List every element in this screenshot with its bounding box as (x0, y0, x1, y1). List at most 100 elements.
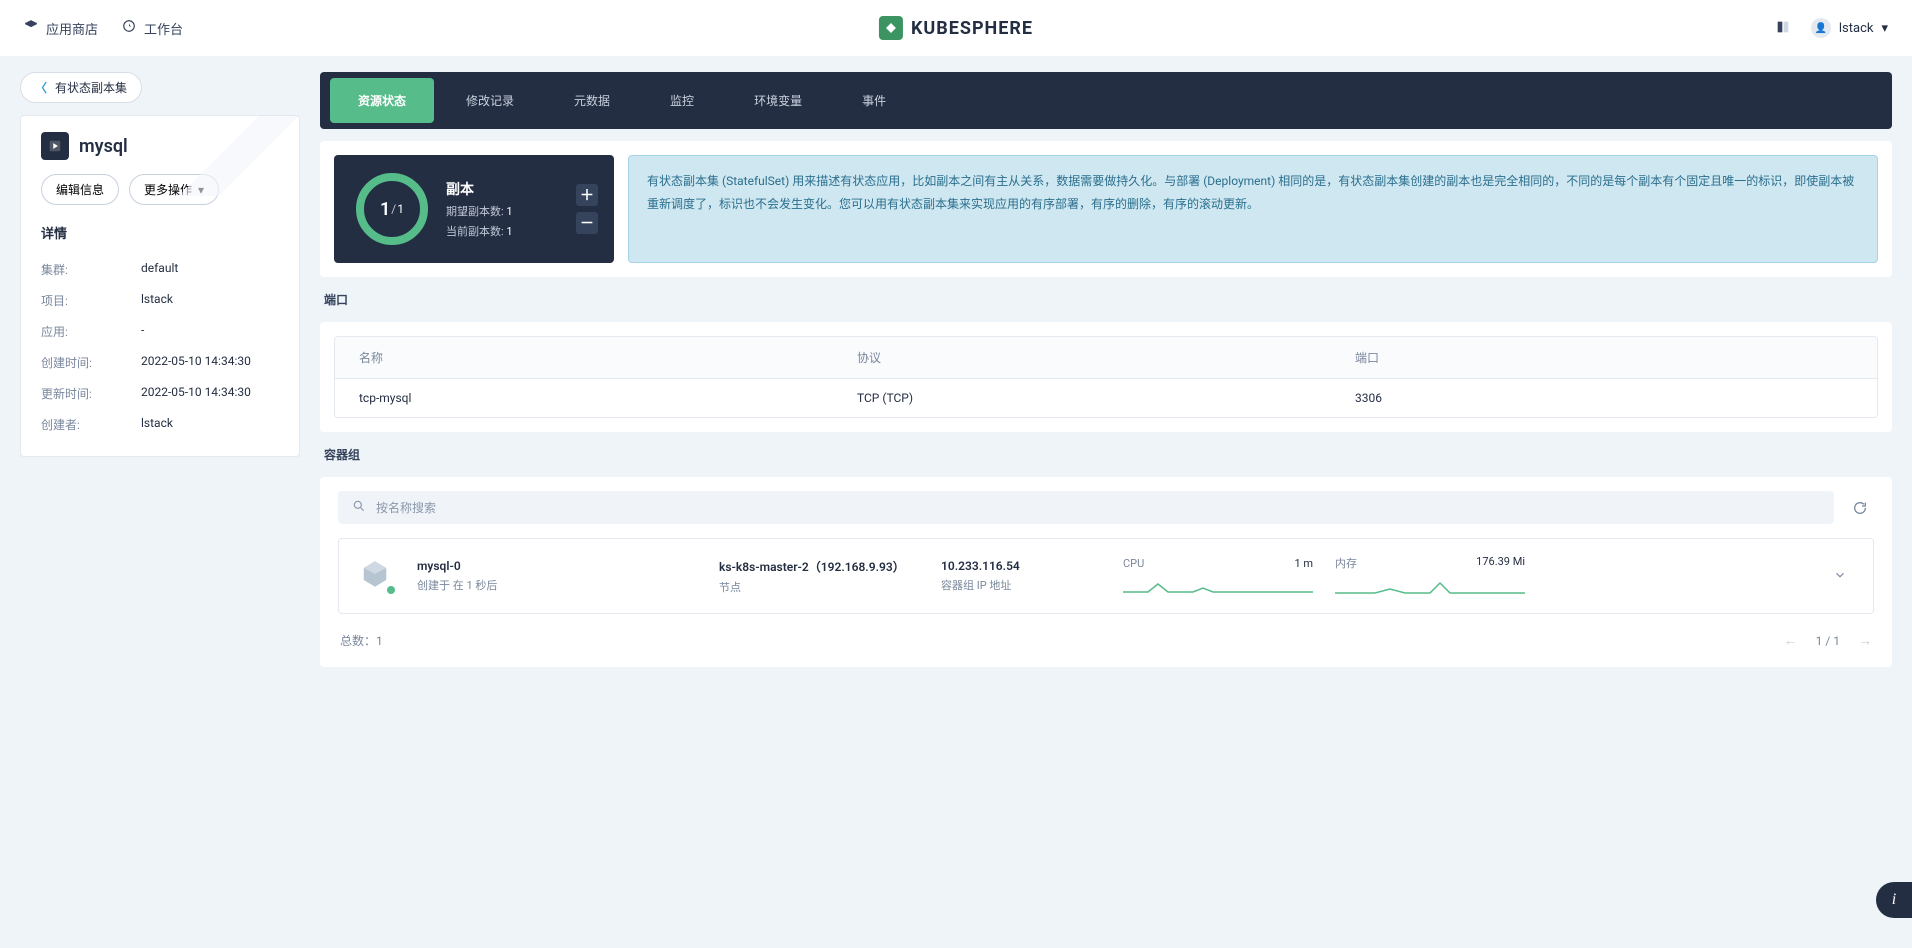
pods-footer: 总数：1 ← 1 / 1 → (338, 628, 1874, 653)
expand-button[interactable] (1827, 562, 1853, 591)
mem-value: 176.39 Mi (1476, 555, 1525, 571)
pod-ip-label: 容器组 IP 地址 (941, 577, 1101, 593)
tab-资源状态[interactable]: 资源状态 (330, 78, 434, 123)
pod-ip: 10.233.116.54 (941, 559, 1101, 573)
scale-down-button[interactable]: － (576, 212, 598, 234)
col-name: 名称 (359, 349, 857, 366)
topbar-right: 👤 lstack ▾ (1775, 18, 1888, 38)
mem-label: 内存 (1335, 555, 1357, 571)
tab-修改记录[interactable]: 修改记录 (438, 78, 542, 123)
tab-元数据[interactable]: 元数据 (546, 78, 638, 123)
cpu-label: CPU (1123, 557, 1144, 570)
detail-key: 集群: (41, 261, 141, 278)
port-name: tcp-mysql (359, 391, 857, 405)
cpu-value: 1 m (1294, 557, 1313, 570)
detail-row: 更新时间:2022-05-10 14:34:30 (41, 378, 279, 409)
tab-监控[interactable]: 监控 (642, 78, 722, 123)
ports-table: 名称 协议 端口 tcp-mysqlTCP (TCP)3306 (334, 336, 1878, 418)
detail-key: 创建者: (41, 416, 141, 433)
search-input[interactable] (376, 501, 1820, 515)
help-fab[interactable]: i (1876, 882, 1912, 918)
page-prev-button[interactable]: ← (1784, 632, 1798, 649)
chevron-left-icon: 〈 (35, 79, 47, 96)
tab-环境变量[interactable]: 环境变量 (726, 78, 830, 123)
pod-created: 创建于 在 1 秒后 (417, 577, 697, 593)
more-actions-button[interactable]: 更多操作▾ (129, 174, 219, 205)
brand-label: KUBESPHERE (911, 18, 1033, 39)
detail-key: 创建时间: (41, 354, 141, 371)
mem-spark-col: 内存 176.39 Mi (1335, 555, 1525, 597)
scale-up-button[interactable]: ＋ (576, 184, 598, 206)
workbench-icon (122, 19, 136, 37)
resource-status-panel: 1/1 副本 期望副本数: 1 当前副本数: 1 ＋ － 有状态副本集 (Sta… (320, 141, 1892, 277)
tab-事件[interactable]: 事件 (834, 78, 914, 123)
cpu-sparkline (1123, 574, 1313, 596)
detail-key: 应用: (41, 323, 141, 340)
detail-row: 应用:- (41, 316, 279, 347)
info-banner: 有状态副本集 (StatefulSet) 用来描述有状态应用，比如副本之间有主从… (628, 155, 1878, 263)
chevron-down-icon: ▾ (1881, 21, 1888, 36)
nav-app-store[interactable]: 应用商店 (24, 19, 98, 38)
detail-key: 更新时间: (41, 385, 141, 402)
brand[interactable]: KUBESPHERE (879, 16, 1033, 40)
search-row (338, 491, 1874, 524)
replica-card: 1/1 副本 期望副本数: 1 当前副本数: 1 ＋ － (334, 155, 614, 263)
pod-ip-col: 10.233.116.54 容器组 IP 地址 (941, 559, 1101, 593)
edit-info-button[interactable]: 编辑信息 (41, 174, 119, 205)
ports-panel: 名称 协议 端口 tcp-mysqlTCP (TCP)3306 (320, 322, 1892, 432)
pod-name: mysql-0 (417, 559, 697, 573)
detail-value: 2022-05-10 14:34:30 (141, 385, 279, 402)
replica-title: 副本 (446, 179, 513, 199)
details-list: 集群:default项目:lstack应用:-创建时间:2022-05-10 1… (41, 254, 279, 440)
nav-workbench[interactable]: 工作台 (122, 19, 183, 38)
pager: ← 1 / 1 → (1784, 632, 1872, 649)
user-menu[interactable]: 👤 lstack ▾ (1811, 18, 1888, 38)
resource-name: mysql (79, 136, 128, 157)
resource-title-row: mysql (41, 132, 279, 160)
pod-status-icon (359, 558, 395, 594)
back-button[interactable]: 〈 有状态副本集 (20, 72, 142, 103)
search-box[interactable] (338, 491, 1834, 524)
resource-card: mysql 编辑信息 更多操作▾ 详情 集群:default项目:lstack应… (20, 115, 300, 457)
mem-sparkline (1335, 575, 1525, 597)
replica-total: 1 (397, 202, 404, 216)
detail-value: lstack (141, 416, 279, 433)
replica-strip: 1/1 副本 期望副本数: 1 当前副本数: 1 ＋ － 有状态副本集 (Sta… (334, 155, 1878, 263)
pod-name-col: mysql-0 创建于 在 1 秒后 (417, 559, 697, 593)
pod-row[interactable]: mysql-0 创建于 在 1 秒后 ks-k8s-master-2（192.1… (338, 538, 1874, 614)
content-wrap: 〈 有状态副本集 mysql 编辑信息 更多操作▾ 详情 集群:default项… (0, 56, 1912, 683)
detail-row: 创建者:lstack (41, 409, 279, 440)
pod-node-label: 节点 (719, 579, 919, 595)
action-buttons: 编辑信息 更多操作▾ (41, 174, 279, 205)
detail-value: default (141, 261, 279, 278)
notifications-icon[interactable] (1775, 19, 1791, 38)
app-store-icon (24, 19, 38, 37)
ports-row: tcp-mysqlTCP (TCP)3306 (335, 379, 1877, 417)
sidebar: 〈 有状态副本集 mysql 编辑信息 更多操作▾ 详情 集群:default项… (20, 72, 300, 457)
pods-section-label: 容器组 (320, 444, 1892, 465)
search-icon (352, 499, 366, 516)
detail-value: lstack (141, 292, 279, 309)
replica-ready: 1 (380, 199, 390, 220)
detail-row: 创建时间:2022-05-10 14:34:30 (41, 347, 279, 378)
statefulset-icon (41, 132, 69, 160)
back-label: 有状态副本集 (55, 79, 127, 96)
nav-workbench-label: 工作台 (144, 19, 183, 38)
status-dot-icon (385, 584, 397, 596)
topbar-left: 应用商店 工作台 (24, 19, 183, 38)
page-next-button[interactable]: → (1858, 632, 1872, 649)
detail-row: 项目:lstack (41, 285, 279, 316)
col-port: 端口 (1355, 349, 1853, 366)
brand-icon (879, 16, 903, 40)
pods-panel: mysql-0 创建于 在 1 秒后 ks-k8s-master-2（192.1… (320, 477, 1892, 667)
replica-text: 副本 期望副本数: 1 当前副本数: 1 (446, 179, 513, 239)
username-label: lstack (1839, 21, 1874, 36)
chevron-down-icon: ▾ (198, 183, 204, 197)
port-port: 3306 (1355, 391, 1853, 405)
cpu-spark-col: CPU 1 m (1123, 557, 1313, 596)
tabs-bar: 资源状态修改记录元数据监控环境变量事件 (320, 72, 1892, 129)
detail-value: - (141, 323, 279, 340)
detail-key: 项目: (41, 292, 141, 309)
refresh-button[interactable] (1846, 494, 1874, 522)
avatar-icon: 👤 (1811, 18, 1831, 38)
